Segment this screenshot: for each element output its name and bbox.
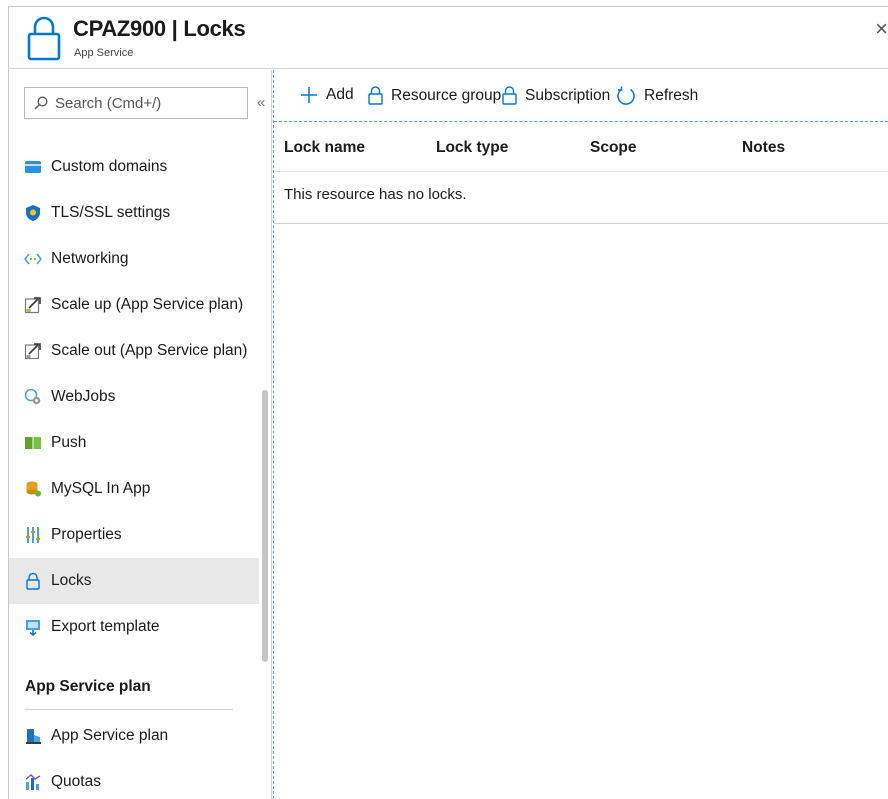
- lock-icon: [27, 16, 61, 61]
- lock-icon: [502, 86, 517, 105]
- sidebar-item-tls-ssl[interactable]: TLS/SSL settings: [9, 190, 259, 236]
- networking-icon: [24, 253, 42, 265]
- page-subtitle: App Service: [74, 47, 134, 59]
- search-input[interactable]: [55, 93, 240, 113]
- refresh-label: Refresh: [644, 87, 699, 104]
- search-box[interactable]: [24, 87, 248, 119]
- column-header-scope[interactable]: Scope: [590, 139, 637, 157]
- empty-state-message: This resource has no locks.: [284, 186, 467, 203]
- resource-group-lock-button[interactable]: Resource group: [368, 86, 501, 105]
- subscription-label: Subscription: [525, 86, 611, 104]
- export-template-icon: [26, 620, 40, 636]
- sidebar-scrollbar[interactable]: [262, 390, 268, 662]
- sidebar-item-label: Locks: [51, 572, 92, 589]
- sidebar-item-label: Properties: [51, 526, 122, 543]
- mysql-icon: [26, 481, 41, 497]
- sidebar-item-properties[interactable]: Properties: [9, 512, 259, 558]
- webjobs-icon: [24, 388, 41, 405]
- command-bar: Add Resource group Subscription Refresh: [274, 70, 888, 122]
- sidebar-item-label: MySQL In App: [51, 480, 151, 497]
- subscription-lock-button[interactable]: Subscription: [502, 86, 610, 105]
- refresh-button[interactable]: Refresh: [616, 86, 698, 106]
- properties-icon: [26, 527, 40, 543]
- sidebar-item-scale-out[interactable]: Scale out (App Service plan): [9, 328, 259, 374]
- locks-table-header: Lock name Lock type Scope Notes: [274, 122, 888, 172]
- lock-icon: [26, 572, 40, 590]
- sidebar-item-networking[interactable]: Networking: [9, 236, 259, 282]
- sidebar-item-label: Networking: [51, 250, 129, 267]
- column-header-lock-type[interactable]: Lock type: [436, 139, 508, 157]
- sidebar-item-app-service-plan[interactable]: App Service plan: [9, 713, 259, 759]
- sidebar-item-label: Export template: [51, 618, 160, 635]
- sidebar-item-label: Scale up (App Service plan): [51, 296, 244, 313]
- sidebar-item-label: App Service plan: [51, 727, 169, 744]
- sidebar-item-label: Push: [51, 434, 87, 451]
- empty-state-row: This resource has no locks.: [274, 172, 888, 224]
- sidebar-item-label: Scale out (App Service plan): [51, 342, 248, 359]
- column-header-lock-name[interactable]: Lock name: [284, 139, 365, 157]
- lock-icon: [368, 86, 383, 105]
- close-icon[interactable]: ×: [875, 16, 888, 42]
- sidebar-item-mysql-in-app[interactable]: MySQL In App: [9, 466, 259, 512]
- sidebar-item-label: TLS/SSL settings: [51, 204, 171, 221]
- sidebar-item-push[interactable]: Push: [9, 420, 259, 466]
- blade-header: CPAZ900 | Locks App Service ×: [8, 6, 888, 69]
- section-header-app-service-plan: App Service plan: [25, 678, 151, 695]
- locks-content: Add Resource group Subscription Refresh: [273, 70, 888, 799]
- scale-up-icon: [24, 297, 41, 314]
- app-service-plan-icon: [26, 729, 41, 744]
- sidebar-item-scale-up[interactable]: Scale up (App Service plan): [9, 282, 259, 328]
- search-icon: [34, 96, 48, 110]
- sidebar-item-label: Quotas: [51, 773, 101, 790]
- sidebar-item-quotas[interactable]: Quotas: [9, 759, 259, 799]
- sidebar-item-webjobs[interactable]: WebJobs: [9, 374, 259, 420]
- push-icon: [25, 437, 41, 449]
- section-divider: [25, 709, 233, 710]
- quotas-icon: [25, 774, 41, 790]
- custom-domains-icon: [25, 161, 41, 173]
- scale-out-icon: [24, 343, 41, 360]
- refresh-icon: [617, 86, 635, 105]
- sidebar-item-locks[interactable]: Locks: [9, 558, 259, 604]
- plus-icon: [301, 87, 317, 103]
- page-title: CPAZ900 | Locks: [73, 16, 246, 41]
- sidebar-item-label: Custom domains: [51, 158, 168, 175]
- add-label: Add: [326, 86, 354, 103]
- resource-group-label: Resource group: [391, 86, 502, 104]
- column-header-notes[interactable]: Notes: [742, 139, 785, 157]
- shield-icon: [26, 205, 40, 221]
- collapse-menu-icon[interactable]: «: [257, 94, 265, 111]
- sidebar-item-export-template[interactable]: Export template: [9, 604, 259, 650]
- sidebar-item-custom-domains[interactable]: Custom domains: [9, 144, 259, 190]
- resource-menu: « Custom domains TLS/SSL settings Networ…: [9, 70, 272, 799]
- add-button[interactable]: Add: [300, 86, 354, 104]
- sidebar-item-label: WebJobs: [51, 388, 116, 405]
